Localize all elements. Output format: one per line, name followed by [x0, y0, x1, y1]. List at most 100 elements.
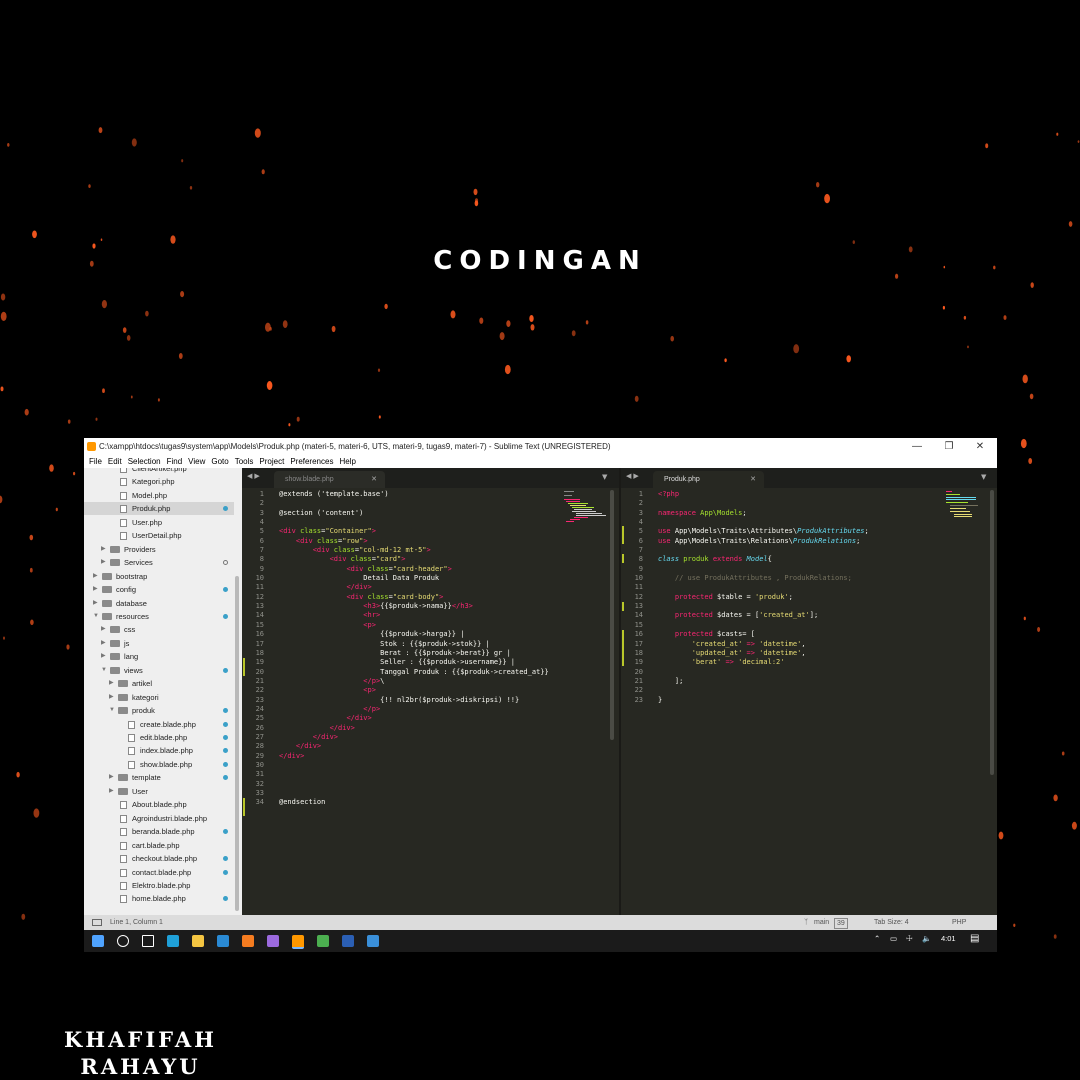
sidebar-item[interactable]: Kategori.php: [84, 475, 234, 488]
sidebar-item[interactable]: ▶ artikel: [84, 677, 234, 690]
menu-item-project[interactable]: Project: [259, 455, 284, 468]
menu-item-goto[interactable]: Goto: [211, 455, 228, 468]
code-line[interactable]: <div class="card-header">: [279, 565, 549, 574]
sidebar-item[interactable]: checkout.blade.php: [84, 852, 234, 865]
console-toggle-icon[interactable]: [92, 919, 102, 926]
code-line[interactable]: Tanggal Produk : {{$produk->created_at}}: [279, 668, 549, 677]
collapse-arrow-icon[interactable]: ▶: [101, 637, 106, 650]
sidebar-item[interactable]: Agroindustri.blade.php: [84, 812, 234, 825]
sidebar-item[interactable]: ▶ Providers: [84, 543, 234, 556]
code-line[interactable]: @endsection: [279, 798, 549, 807]
code-line[interactable]: protected $casts= [: [658, 630, 869, 639]
search-icon[interactable]: [117, 935, 129, 947]
sidebar-item[interactable]: User.php: [84, 516, 234, 529]
tab-show-blade[interactable]: show.blade.php ✕: [274, 471, 385, 488]
collapse-arrow-icon[interactable]: ▶: [109, 677, 114, 690]
code-line[interactable]: Berat : {{$produk->berat}} gr |: [279, 649, 549, 658]
mail-icon[interactable]: [217, 935, 229, 947]
code-line[interactable]: // use ProdukAttributes , ProdukRelation…: [658, 574, 869, 583]
code-line[interactable]: {!! nl2br($produk->diskripsi) !!}: [279, 696, 549, 705]
menu-item-preferences[interactable]: Preferences: [290, 455, 333, 468]
code-line[interactable]: [658, 686, 869, 695]
code-line[interactable]: namespace App\Models;: [658, 509, 869, 518]
sublime-text-icon[interactable]: [292, 935, 304, 949]
syntax-mode[interactable]: PHP: [952, 915, 966, 930]
tab-size[interactable]: Tab Size: 4: [874, 915, 909, 930]
code-line[interactable]: [279, 789, 549, 798]
code-line[interactable]: [279, 518, 549, 527]
code-line[interactable]: Seller : {{$produk->username}} |: [279, 658, 549, 667]
sidebar-item[interactable]: ▶ bootstrap: [84, 570, 234, 583]
code-right[interactable]: <?php namespace App\Models; use App\Mode…: [658, 490, 869, 705]
code-line[interactable]: 'berat' => 'decimal:2': [658, 658, 869, 667]
tab-close-icon[interactable]: ✕: [371, 471, 377, 488]
code-line[interactable]: <div class="row">: [279, 537, 549, 546]
code-line[interactable]: <?php: [658, 490, 869, 499]
sidebar-item[interactable]: Model.php: [84, 489, 234, 502]
minimize-icon[interactable]: —: [902, 438, 932, 455]
volume-icon[interactable]: 🔈: [922, 934, 931, 943]
code-line[interactable]: </div>: [279, 714, 549, 723]
menu-item-selection[interactable]: Selection: [128, 455, 161, 468]
code-line[interactable]: <div class="card-body">: [279, 593, 549, 602]
code-line[interactable]: <h3>{{$produk->nama}}</h3>: [279, 602, 549, 611]
expand-arrow-icon[interactable]: ▼: [101, 664, 107, 677]
sidebar-item[interactable]: home.blade.php: [84, 892, 234, 905]
code-line[interactable]: ];: [658, 677, 869, 686]
sidebar-item[interactable]: ▶ kategori: [84, 691, 234, 704]
code-line[interactable]: [658, 565, 869, 574]
sidebar-scrollbar[interactable]: [235, 576, 239, 911]
code-line[interactable]: [658, 518, 869, 527]
code-line[interactable]: }: [658, 696, 869, 705]
sidebar-item[interactable]: Elektro.blade.php: [84, 879, 234, 892]
sidebar-item[interactable]: index.blade.php: [84, 744, 234, 757]
collapse-arrow-icon[interactable]: ▶: [101, 543, 106, 556]
word-icon[interactable]: [342, 935, 354, 947]
notification-icon[interactable]: ▤: [970, 933, 979, 944]
tray-up-arrow-icon[interactable]: ⌃: [874, 934, 880, 943]
collapse-arrow-icon[interactable]: ▶: [93, 570, 98, 583]
collapse-arrow-icon[interactable]: ▶: [93, 597, 98, 610]
code-line[interactable]: [658, 499, 869, 508]
code-line[interactable]: @section ('content'): [279, 509, 549, 518]
sidebar-item[interactable]: ▶ lang: [84, 650, 234, 663]
sidebar-item[interactable]: ▼ views: [84, 664, 234, 677]
git-branch[interactable]: main: [814, 915, 829, 930]
code-line[interactable]: </p>: [279, 705, 549, 714]
cursor-position[interactable]: Line 1, Column 1: [110, 915, 163, 930]
sidebar-item[interactable]: ▼ produk: [84, 704, 234, 717]
sidebar-item[interactable]: Produk.php: [84, 502, 234, 516]
code-line[interactable]: </div>: [279, 742, 549, 751]
code-line[interactable]: [658, 602, 869, 611]
close-icon[interactable]: ✕: [965, 438, 995, 455]
code-line[interactable]: 'created_at' => 'datetime',: [658, 640, 869, 649]
sidebar-item[interactable]: ▶ css: [84, 623, 234, 636]
tab-dropdown-icon[interactable]: ▼: [602, 473, 607, 481]
collapse-arrow-icon[interactable]: ▶: [109, 691, 114, 704]
collapse-arrow-icon[interactable]: ▶: [101, 650, 106, 663]
sidebar-item[interactable]: cart.blade.php: [84, 839, 234, 852]
expand-arrow-icon[interactable]: ▼: [109, 704, 115, 717]
sidebar-item[interactable]: edit.blade.php: [84, 731, 234, 744]
code-line[interactable]: {{$produk->harga}} |: [279, 630, 549, 639]
scrollbar-left[interactable]: [610, 490, 614, 740]
code-line[interactable]: </div>: [279, 733, 549, 742]
sidebar-item[interactable]: ▶ config: [84, 583, 234, 596]
menu-item-help[interactable]: Help: [339, 455, 355, 468]
code-line[interactable]: </div>: [279, 752, 549, 761]
tab-close-icon[interactable]: ✕: [750, 471, 756, 488]
sidebar-item[interactable]: beranda.blade.php: [84, 825, 234, 838]
code-line[interactable]: [658, 621, 869, 630]
tab-produk-php[interactable]: Produk.php ✕: [653, 471, 764, 488]
scrollbar-right[interactable]: [990, 490, 994, 775]
sidebar-item[interactable]: contact.blade.php: [84, 866, 234, 879]
sidebar-item[interactable]: UserDetail.php: [84, 529, 234, 542]
collapse-arrow-icon[interactable]: ▶: [109, 785, 114, 798]
code-line[interactable]: [279, 770, 549, 779]
code-line[interactable]: <hr>: [279, 611, 549, 620]
menu-item-tools[interactable]: Tools: [235, 455, 254, 468]
code-line[interactable]: <div class="col-md-12 mt-5">: [279, 546, 549, 555]
code-line[interactable]: </p>\: [279, 677, 549, 686]
code-line[interactable]: class produk extends Model{: [658, 555, 869, 564]
tab-dropdown-icon[interactable]: ▼: [981, 473, 986, 481]
